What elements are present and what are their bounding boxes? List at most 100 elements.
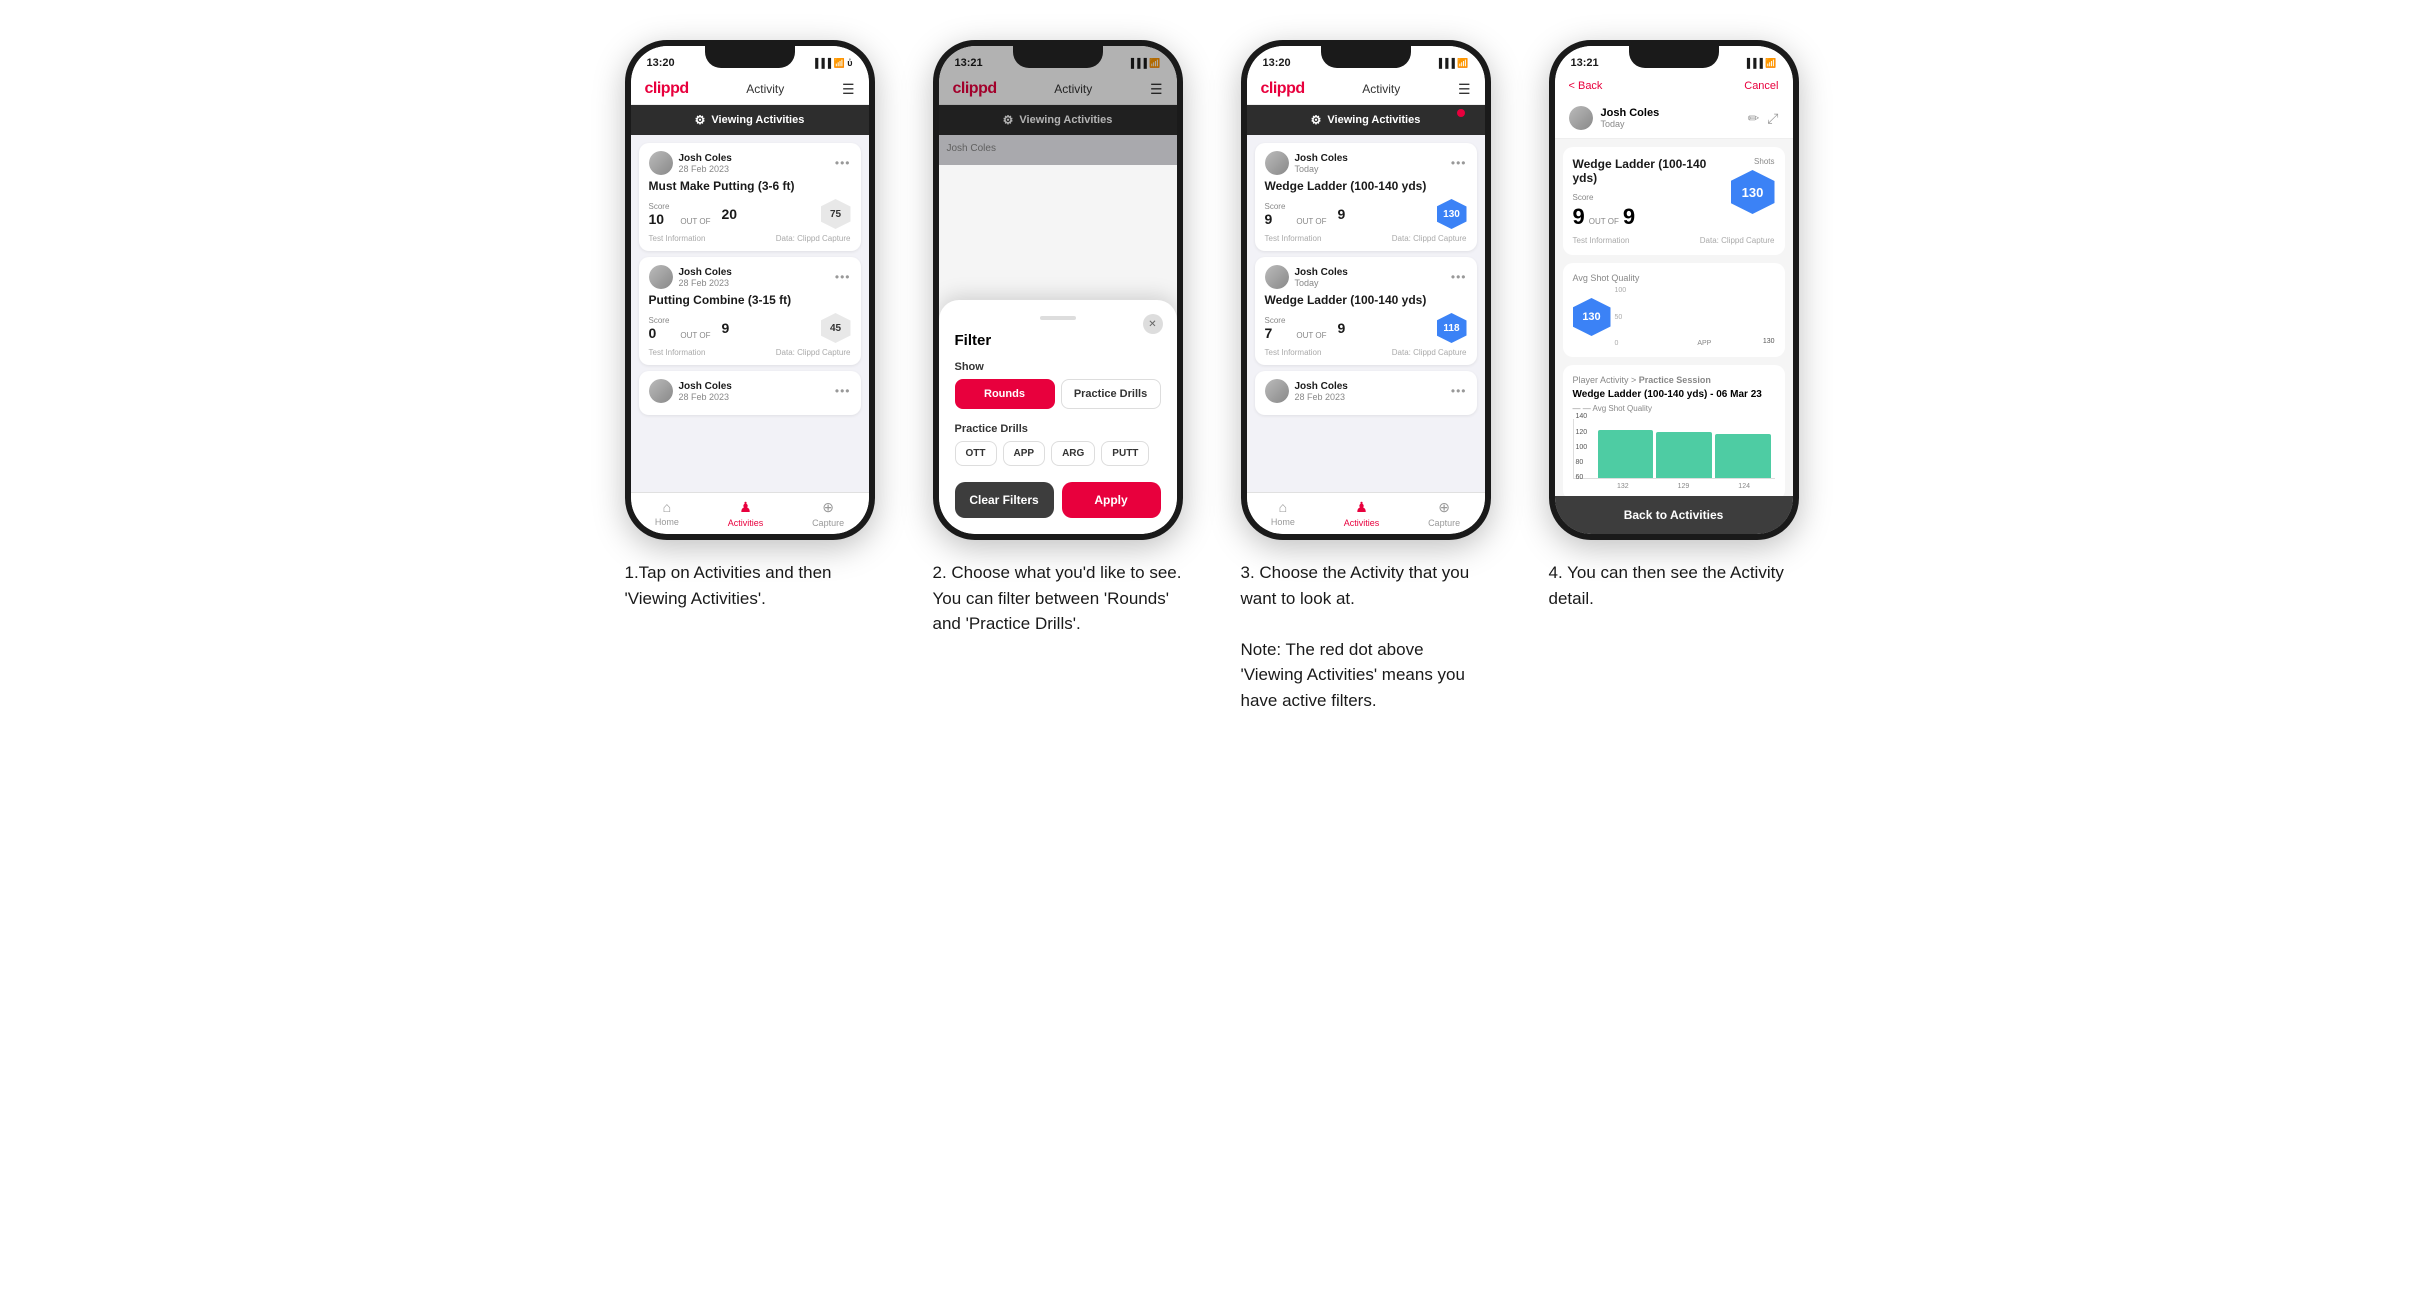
status-time-2: 13:21: [955, 57, 983, 69]
phones-row: 13:20 ▐▐▐ 📶 ὐ‌ clippd Activity ☰ ⚙ Viewi…: [610, 40, 1814, 713]
status-time-4: 13:21: [1571, 57, 1599, 69]
activity-card-3-0[interactable]: Josh Coles Today ••• Wedge Ladder (100-1…: [1255, 143, 1477, 251]
user-name-1-2: Josh Coles: [679, 381, 732, 392]
score-val-3-0: 9: [1265, 211, 1286, 227]
drill-ott-2[interactable]: OTT: [955, 441, 997, 466]
nav-capture-3[interactable]: ⊕ Capture: [1428, 499, 1460, 528]
session-bar-2: [1656, 432, 1712, 478]
expand-icon-4[interactable]: ⤢: [1767, 110, 1778, 127]
user-date-3-0: Today: [1295, 164, 1348, 174]
phone-frame-1: 13:20 ▐▐▐ 📶 ὐ‌ clippd Activity ☰ ⚙ Viewi…: [625, 40, 875, 540]
out-of-3-0: OUT OF: [1296, 217, 1326, 226]
user-date-1-0: 28 Feb 2023: [679, 164, 732, 174]
hamburger-icon-1[interactable]: ☰: [842, 81, 855, 98]
more-dots-3-0[interactable]: •••: [1451, 156, 1467, 170]
phone-col-4: 13:21 ▐▐▐ 📶 < Back Cancel Josh Coles Tod…: [1534, 40, 1814, 611]
notch-4: [1629, 46, 1719, 68]
phone-screen-3: 13:20 ▐▐▐ 📶 clippd Activity ☰ ⚙ Viewing …: [1247, 46, 1485, 534]
cancel-btn-4[interactable]: Cancel: [1744, 80, 1778, 92]
out-of-1-0: OUT OF: [680, 217, 710, 226]
filter-actions-2: Clear Filters Apply: [955, 482, 1161, 518]
score-val-1-0: 10: [649, 211, 670, 227]
nav-capture-1[interactable]: ⊕ Capture: [812, 499, 844, 528]
bottom-nav-3: ⌂ Home ♟ Activities ⊕ Capture: [1247, 492, 1485, 534]
detail-icons-4: ✏ ⤢: [1748, 110, 1779, 127]
apply-btn-2[interactable]: Apply: [1062, 482, 1161, 518]
status-icons-3: ▐▐▐ 📶: [1436, 58, 1469, 69]
avatar-3-2: [1265, 379, 1289, 403]
shots-col-4: Shots: [1754, 157, 1774, 166]
card-title-3-0: Wedge Ladder (100-140 yds): [1265, 179, 1467, 193]
home-icon-3: ⌂: [1279, 499, 1287, 515]
more-dots-3-1[interactable]: •••: [1451, 270, 1467, 284]
caption-3: 3. Choose the Activity that you want to …: [1241, 560, 1491, 713]
more-dots-1-2[interactable]: •••: [835, 384, 851, 398]
chart-area-4: 130 100 50 0 130 APP: [1573, 287, 1775, 347]
session-title-4: Wedge Ladder (100-140 yds) - 06 Mar 23: [1573, 389, 1775, 400]
nav-activities-3[interactable]: ♟ Activities: [1344, 499, 1380, 528]
phone-screen-4: 13:21 ▐▐▐ 📶 < Back Cancel Josh Coles Tod…: [1555, 46, 1793, 534]
phone-frame-3: 13:20 ▐▐▐ 📶 clippd Activity ☰ ⚙ Viewing …: [1241, 40, 1491, 540]
phone-frame-4: 13:21 ▐▐▐ 📶 < Back Cancel Josh Coles Tod…: [1549, 40, 1799, 540]
home-icon-1: ⌂: [663, 499, 671, 515]
footer-right-3-0: Data: Clippd Capture: [1392, 234, 1467, 243]
footer-left-1-0: Test Information: [649, 234, 706, 243]
drill-arg-2[interactable]: ARG: [1051, 441, 1095, 466]
activity-card-1-1[interactable]: Josh Coles 28 Feb 2023 ••• Putting Combi…: [639, 257, 861, 365]
practice-drills-btn-2[interactable]: Practice Drills: [1061, 379, 1161, 409]
activity-card-1-2[interactable]: Josh Coles 28 Feb 2023 •••: [639, 371, 861, 415]
notch-3: [1321, 46, 1411, 68]
card-title-3-1: Wedge Ladder (100-140 yds): [1265, 293, 1467, 307]
drill-putt-2[interactable]: PUTT: [1101, 441, 1149, 466]
caption-text-4: 4. You can then see the Activity detail.: [1549, 563, 1784, 608]
activity-list-3: Josh Coles Today ••• Wedge Ladder (100-1…: [1247, 135, 1485, 492]
viewing-banner-1[interactable]: ⚙ Viewing Activities: [631, 105, 869, 135]
drag-handle-2[interactable]: [1040, 316, 1076, 320]
phone-frame-2: 13:21 ▐▐▐ 📶 clippd Activity ☰ ⚙ Viewing …: [933, 40, 1183, 540]
clear-filters-btn-2[interactable]: Clear Filters: [955, 482, 1054, 518]
avatar-1-1: [649, 265, 673, 289]
activity-list-1: Josh Coles 28 Feb 2023 ••• Must Make Put…: [631, 135, 869, 492]
back-btn-4[interactable]: < Back: [1569, 80, 1603, 92]
activity-card-3-2[interactable]: Josh Coles 28 Feb 2023 •••: [1255, 371, 1477, 415]
footer-left-3-1: Test Information: [1265, 348, 1322, 357]
more-dots-1-0[interactable]: •••: [835, 156, 851, 170]
filter-icon-3: ⚙: [1311, 113, 1322, 127]
shots-val-1-1: 9: [721, 320, 729, 336]
nav-activities-1[interactable]: ♟ Activities: [728, 499, 764, 528]
caption-text-1: 1.Tap on Activities and then 'Viewing Ac…: [625, 563, 832, 608]
phone-col-2: 13:21 ▐▐▐ 📶 clippd Activity ☰ ⚙ Viewing …: [918, 40, 1198, 637]
app-header-2: clippd Activity ☰: [939, 74, 1177, 105]
viewing-banner-3[interactable]: ⚙ Viewing Activities: [1247, 105, 1485, 135]
user-name-3-0: Josh Coles: [1295, 153, 1348, 164]
session-chart-4: 140 120 100 80 60: [1573, 419, 1775, 479]
nav-home-1[interactable]: ⌂ Home: [655, 499, 679, 528]
user-date-1-2: 28 Feb 2023: [679, 392, 732, 402]
user-name-3-2: Josh Coles: [1295, 381, 1348, 392]
back-to-activities-btn-4[interactable]: Back to Activities: [1555, 496, 1793, 534]
drill-app-2[interactable]: APP: [1003, 441, 1046, 466]
footer-left-3-0: Test Information: [1265, 234, 1322, 243]
edit-icon-4[interactable]: ✏: [1748, 110, 1760, 127]
session-bar-labels-4: 132 129 124: [1593, 483, 1775, 490]
activity-card-1-0[interactable]: Josh Coles 28 Feb 2023 ••• Must Make Put…: [639, 143, 861, 251]
detail-user-date-4: Today: [1601, 119, 1660, 129]
drill-row-2: OTT APP ARG PUTT: [955, 441, 1161, 466]
filter-close-2[interactable]: ✕: [1143, 314, 1163, 334]
more-dots-3-2[interactable]: •••: [1451, 384, 1467, 398]
hamburger-icon-3[interactable]: ☰: [1458, 81, 1471, 98]
detail-user-section-4: Josh Coles Today ✏ ⤢: [1555, 98, 1793, 139]
bottom-nav-1: ⌂ Home ♟ Activities ⊕ Capture: [631, 492, 869, 534]
header-title-1: Activity: [746, 82, 784, 96]
rounds-btn-2[interactable]: Rounds: [955, 379, 1055, 409]
capture-icon-3: ⊕: [1438, 499, 1450, 516]
activities-icon-1: ♟: [739, 499, 752, 516]
more-dots-1-1[interactable]: •••: [835, 270, 851, 284]
nav-home-3[interactable]: ⌂ Home: [1271, 499, 1295, 528]
score-val-3-1: 7: [1265, 325, 1286, 341]
notch-2: [1013, 46, 1103, 68]
phone-col-1: 13:20 ▐▐▐ 📶 ὐ‌ clippd Activity ☰ ⚙ Viewi…: [610, 40, 890, 611]
activity-card-3-1[interactable]: Josh Coles Today ••• Wedge Ladder (100-1…: [1255, 257, 1477, 365]
detail-user-name-4: Josh Coles: [1601, 107, 1660, 119]
filter-modal-2: ✕ Filter Show Rounds Practice Drills Pra…: [939, 300, 1177, 534]
